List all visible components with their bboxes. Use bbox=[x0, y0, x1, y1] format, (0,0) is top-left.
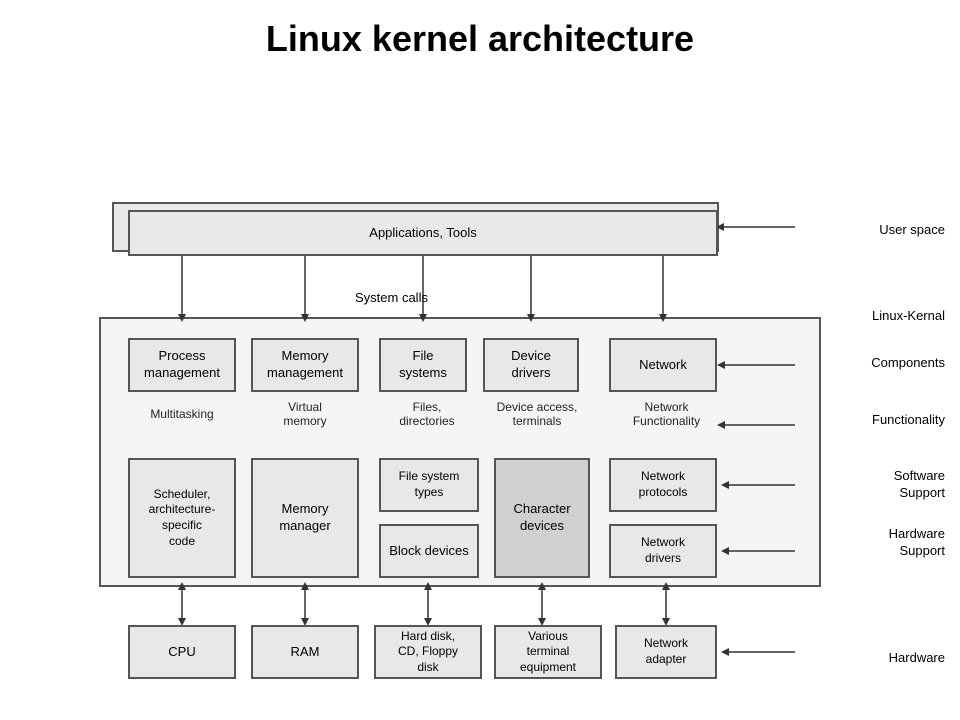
ram-box: RAM bbox=[251, 625, 359, 679]
network-functionality-label: NetworkFunctionality bbox=[609, 400, 724, 428]
files-directories-label: Files,directories bbox=[373, 400, 481, 428]
network-adapter-box: Network adapter bbox=[615, 625, 717, 679]
network-drivers-box: Network drivers bbox=[609, 524, 717, 578]
scheduler-box: Scheduler, architecture- specific code bbox=[128, 458, 236, 578]
components-label: Components bbox=[871, 355, 945, 370]
virtual-memory-label: Virtualmemory bbox=[251, 400, 359, 428]
network-protocols-box: Network protocols bbox=[609, 458, 717, 512]
filesystem-types-box: File system types bbox=[379, 458, 479, 512]
memory-manager-box: Memory manager bbox=[251, 458, 359, 578]
block-devices-box: Block devices bbox=[379, 524, 479, 578]
linux-kernel-label: Linux-Kernal bbox=[872, 308, 945, 323]
hardware-label: Hardware bbox=[889, 650, 945, 665]
applications-box: Applications, Tools bbox=[128, 210, 718, 256]
terminal-box: Various terminal equipment bbox=[494, 625, 602, 679]
device-drivers-box: Device drivers bbox=[483, 338, 579, 392]
harddisk-box: Hard disk, CD, Floppy disk bbox=[374, 625, 482, 679]
page-title: Linux kernel architecture bbox=[0, 0, 960, 70]
functionality-label: Functionality bbox=[872, 412, 945, 427]
hardware-support-label: HardwareSupport bbox=[889, 526, 945, 560]
file-systems-box: File systems bbox=[379, 338, 467, 392]
character-devices-box: Character devices bbox=[494, 458, 590, 578]
system-calls-label: System calls bbox=[355, 290, 428, 305]
user-space-label: User space bbox=[879, 222, 945, 237]
memory-management-box: Memory management bbox=[251, 338, 359, 392]
multitasking-label: Multitasking bbox=[128, 407, 236, 421]
diagram-svg bbox=[15, 70, 945, 720]
network-box: Network bbox=[609, 338, 717, 392]
device-access-label: Device access,terminals bbox=[482, 400, 592, 428]
software-support-label: SoftwareSupport bbox=[894, 468, 945, 502]
process-management-box: Process management bbox=[128, 338, 236, 392]
cpu-box: CPU bbox=[128, 625, 236, 679]
